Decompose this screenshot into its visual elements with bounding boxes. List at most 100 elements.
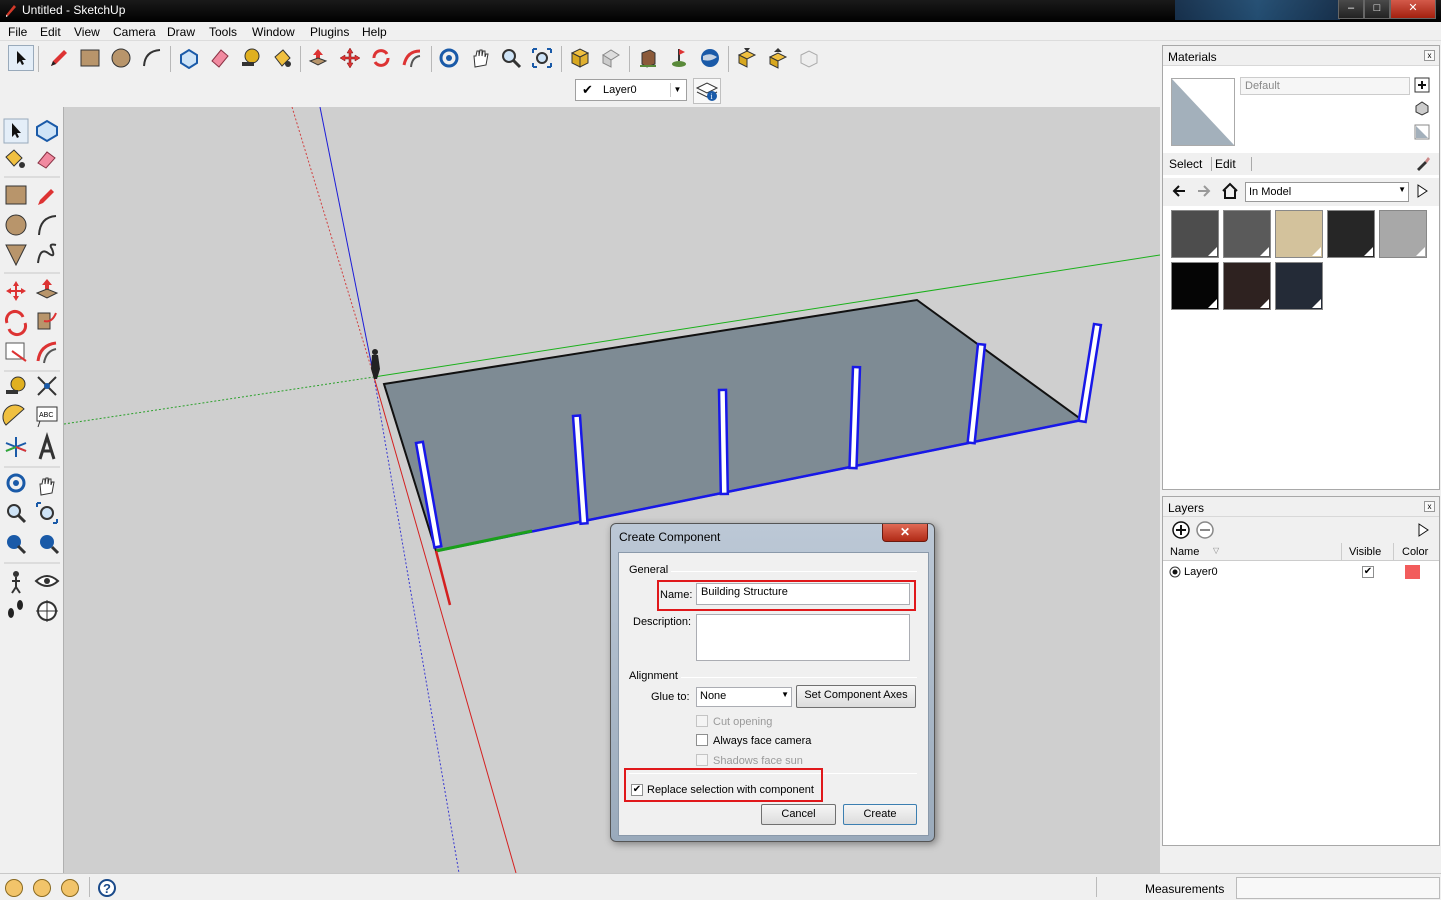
close-button[interactable]: ✕ xyxy=(1390,0,1436,19)
scale-icon[interactable] xyxy=(5,342,27,362)
pan-icon[interactable] xyxy=(39,477,55,496)
chevron-down-icon[interactable]: ▼ xyxy=(1398,185,1406,194)
push-pull-icon[interactable] xyxy=(35,279,59,299)
push-pull-icon[interactable] xyxy=(305,45,331,71)
eraser-icon[interactable] xyxy=(37,151,56,169)
material-swatch[interactable] xyxy=(1223,210,1271,258)
default-material-icon[interactable] xyxy=(1414,124,1430,143)
pencil-icon[interactable] xyxy=(38,189,54,205)
close-icon[interactable]: x xyxy=(1424,50,1435,61)
rotate-icon[interactable] xyxy=(4,309,28,337)
credits-status-icon[interactable] xyxy=(33,879,51,897)
zoom-extents-icon[interactable] xyxy=(40,535,60,555)
rectangle-icon[interactable] xyxy=(77,45,103,71)
tape-measure-icon[interactable] xyxy=(6,376,26,394)
polygon-icon[interactable] xyxy=(5,244,27,267)
get-models-icon[interactable] xyxy=(567,45,593,71)
place-model-icon[interactable] xyxy=(635,45,661,71)
select-icon[interactable] xyxy=(8,45,34,71)
make-component-icon[interactable] xyxy=(176,45,202,71)
make-component-icon[interactable] xyxy=(36,119,58,143)
chevron-down-icon[interactable]: ▼ xyxy=(670,83,684,97)
circle-icon[interactable] xyxy=(5,214,27,236)
collection-select[interactable]: In Model ▼ xyxy=(1245,182,1409,202)
glue-to-select[interactable]: None ▼ xyxy=(696,687,792,707)
dimension-icon[interactable] xyxy=(37,376,57,396)
dialog-close-button[interactable]: ✕ xyxy=(882,524,928,542)
share-model-icon[interactable] xyxy=(598,45,624,71)
tape-measure-icon[interactable] xyxy=(238,45,264,71)
column-3[interactable] xyxy=(717,388,730,496)
create-button[interactable]: Create xyxy=(843,804,917,825)
maximize-button[interactable]: □ xyxy=(1364,0,1390,19)
get-component-icon[interactable] xyxy=(734,45,760,71)
layer-manager-icon[interactable]: i xyxy=(693,78,721,104)
column-name[interactable]: Name xyxy=(1170,546,1199,558)
add-layer-icon[interactable] xyxy=(1172,521,1190,542)
forward-arrow-icon[interactable] xyxy=(1196,183,1212,202)
details-arrow-icon[interactable] xyxy=(1415,522,1431,541)
paint-bucket-icon[interactable] xyxy=(269,45,295,71)
menu-view[interactable]: View xyxy=(74,25,100,39)
protractor-icon[interactable] xyxy=(2,404,25,426)
freehand-icon[interactable] xyxy=(37,243,57,264)
zoom-window-icon[interactable] xyxy=(36,502,58,524)
select-icon[interactable] xyxy=(3,118,29,144)
layer-visible-checkbox[interactable]: ✔ xyxy=(1362,566,1374,578)
details-arrow-icon[interactable] xyxy=(1414,183,1430,202)
follow-me-icon[interactable] xyxy=(37,312,57,330)
pan-icon[interactable] xyxy=(467,45,493,71)
zoom-icon[interactable] xyxy=(498,45,524,71)
set-component-axes-button[interactable]: Set Component Axes xyxy=(796,685,916,708)
3d-text-icon[interactable] xyxy=(38,432,56,460)
cancel-button[interactable]: Cancel xyxy=(761,804,836,825)
delete-layer-icon[interactable] xyxy=(1196,521,1214,542)
layer-name[interactable]: Layer0 xyxy=(1184,566,1218,578)
material-swatch[interactable] xyxy=(1171,262,1219,310)
rectangle-icon[interactable] xyxy=(5,185,27,205)
google-earth-icon[interactable] xyxy=(697,45,723,71)
menu-file[interactable]: File xyxy=(8,25,27,39)
user-status-icon[interactable] xyxy=(61,879,79,897)
material-name-field[interactable]: Default xyxy=(1240,77,1410,95)
help-icon[interactable]: ? xyxy=(98,879,116,897)
always-face-camera-checkbox[interactable] xyxy=(696,734,708,746)
menu-window[interactable]: Window xyxy=(252,25,295,39)
zoom-extents-icon[interactable] xyxy=(529,45,555,71)
move-icon[interactable] xyxy=(6,281,26,301)
scale-figure[interactable] xyxy=(371,349,380,379)
previous-view-icon[interactable] xyxy=(7,535,27,555)
offset-icon[interactable] xyxy=(36,341,57,364)
material-swatch[interactable] xyxy=(1379,210,1427,258)
menu-tools[interactable]: Tools xyxy=(209,25,237,39)
active-layer-radio[interactable] xyxy=(1169,566,1181,581)
orbit-icon[interactable] xyxy=(436,45,462,71)
column-color[interactable]: Color xyxy=(1402,546,1428,558)
tab-select[interactable]: Select xyxy=(1169,157,1202,171)
shadows-face-sun-checkbox[interactable] xyxy=(696,754,708,766)
geo-location-status-icon[interactable] xyxy=(5,879,23,897)
material-swatch[interactable] xyxy=(1275,262,1323,310)
tab-edit[interactable]: Edit xyxy=(1211,157,1236,171)
axes-icon[interactable] xyxy=(5,437,27,457)
column-visible[interactable]: Visible xyxy=(1349,546,1381,558)
material-swatch[interactable] xyxy=(1327,210,1375,258)
zoom-icon[interactable] xyxy=(7,504,27,524)
cut-opening-checkbox[interactable] xyxy=(696,715,708,727)
text-icon[interactable]: ABC xyxy=(36,406,58,428)
measurements-input[interactable] xyxy=(1236,877,1440,899)
arc-icon[interactable] xyxy=(38,215,57,236)
description-input[interactable] xyxy=(696,614,910,661)
position-camera-icon[interactable] xyxy=(11,571,21,594)
eraser-icon[interactable] xyxy=(207,45,233,71)
follow-me-icon[interactable] xyxy=(399,45,425,71)
share-component-icon[interactable] xyxy=(765,45,791,71)
menu-edit[interactable]: Edit xyxy=(40,25,61,39)
send-to-layout-icon[interactable] xyxy=(796,45,822,71)
orbit-icon[interactable] xyxy=(6,473,26,493)
layer-color-swatch[interactable] xyxy=(1405,565,1420,579)
close-icon[interactable]: x xyxy=(1424,501,1435,512)
display-secondary-icon[interactable] xyxy=(1414,100,1430,119)
look-around-icon[interactable] xyxy=(34,575,60,587)
menu-draw[interactable]: Draw xyxy=(167,25,195,39)
